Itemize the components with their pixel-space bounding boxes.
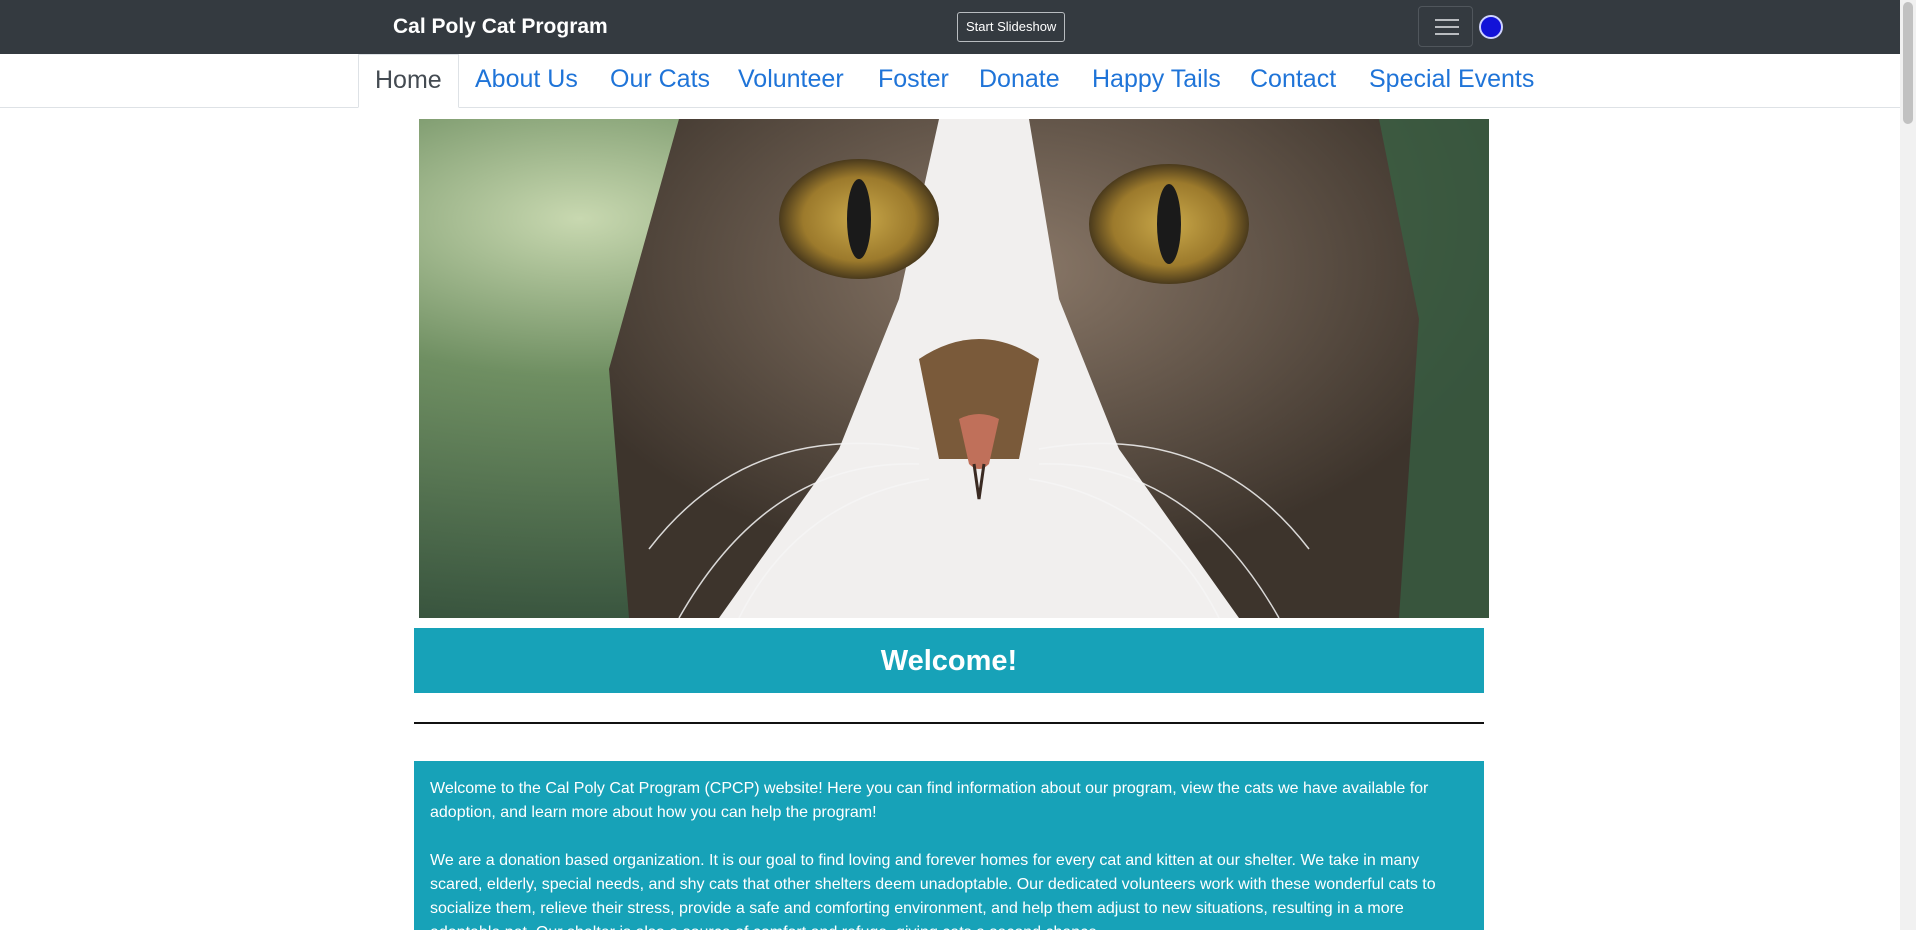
status-dot-icon[interactable] — [1479, 15, 1503, 39]
intro-paragraph-2: We are a donation based organization. It… — [430, 852, 1436, 930]
hamburger-menu-icon — [1435, 19, 1459, 21]
main-nav-tabs: Home About Us Our Cats Volunteer Foster … — [0, 54, 1900, 108]
tab-happy-tails[interactable]: Happy Tails — [1092, 54, 1221, 108]
tab-home[interactable]: Home — [358, 54, 459, 108]
scrollbar-thumb[interactable] — [1903, 2, 1913, 124]
tab-contact[interactable]: Contact — [1250, 54, 1336, 108]
navbar-toggler-button[interactable] — [1418, 6, 1473, 47]
intro-panel: Welcome to the Cal Poly Cat Program (CPC… — [414, 761, 1484, 930]
top-navbar: Cal Poly Cat Program Start Slideshow — [0, 0, 1900, 54]
site-brand[interactable]: Cal Poly Cat Program — [393, 14, 608, 40]
welcome-banner: Welcome! — [414, 628, 1484, 693]
tab-donate[interactable]: Donate — [979, 54, 1060, 108]
hamburger-menu-icon-bar — [1435, 26, 1459, 28]
tab-special-events[interactable]: Special Events — [1369, 54, 1534, 108]
start-slideshow-button[interactable]: Start Slideshow — [957, 12, 1066, 42]
hero-cat-image — [419, 119, 1489, 618]
tab-about-us[interactable]: About Us — [475, 54, 578, 108]
welcome-heading: Welcome! — [880, 644, 1018, 677]
intro-paragraph-1: Welcome to the Cal Poly Cat Program (CPC… — [430, 780, 1429, 821]
hamburger-menu-icon-bar — [1435, 33, 1459, 35]
tab-volunteer[interactable]: Volunteer — [738, 54, 844, 108]
tab-foster[interactable]: Foster — [878, 54, 949, 108]
tab-our-cats[interactable]: Our Cats — [610, 54, 710, 108]
section-divider — [414, 722, 1484, 724]
page-scrollbar[interactable] — [1900, 0, 1916, 930]
